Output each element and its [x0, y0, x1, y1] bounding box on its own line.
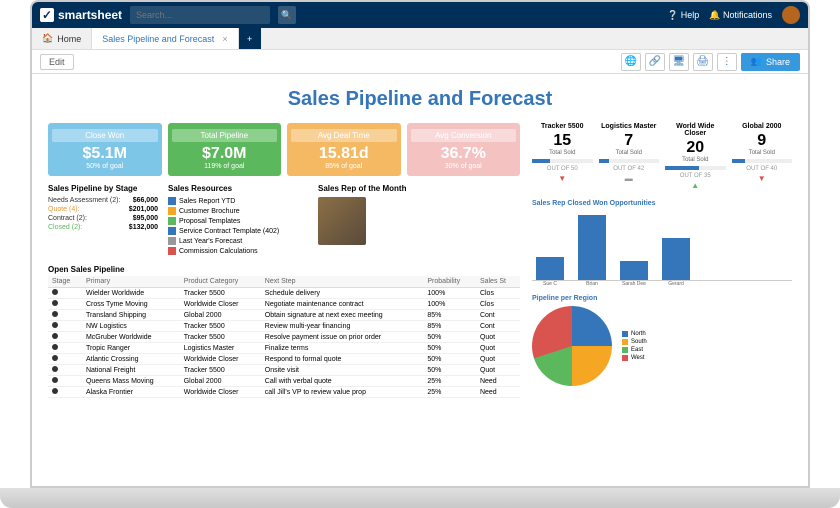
kpi-total-pipeline: Total Pipeline $7.0M 119% of goal [168, 123, 282, 176]
bar-chart-section: Sales Rep Closed Won Opportunities Sue C… [532, 200, 792, 287]
people-icon: 👥 [751, 56, 762, 67]
page-title: Sales Pipeline and Forecast [48, 88, 792, 111]
open-pipeline-section: Open Sales Pipeline Stage Primary Produc… [48, 265, 520, 398]
tracker-card: Global 20009Total SoldOUT OF 40▼ [732, 123, 793, 190]
search-icon: 🔍 [281, 10, 292, 21]
search-button[interactable]: 🔍 [278, 6, 296, 24]
pie-chart [532, 306, 612, 386]
close-icon[interactable]: × [222, 34, 227, 44]
pie-legend: NorthSouthEastWest [622, 329, 647, 363]
share-button[interactable]: 👥 Share [741, 53, 800, 71]
home-icon: 🏠 [42, 33, 53, 44]
top-bar: ✓ smartsheet 🔍 ❔ Help 🔔 Notifications [32, 2, 808, 28]
content-area: Sales Pipeline and Forecast Close Won $5… [32, 74, 808, 486]
kpi-row: Close Won $5.1M 50% of goal Total Pipeli… [48, 123, 520, 176]
pipeline-table: Stage Primary Product Category Next Step… [48, 276, 520, 398]
tracker-card: Logistics Master7Total SoldOUT OF 42▬ [599, 123, 660, 190]
rep-photo [318, 197, 366, 245]
tracker-row: Tracker 550015Total SoldOUT OF 50▼Logist… [532, 123, 792, 190]
table-row[interactable]: McGruber WorldwideTracker 5500Resolve pa… [48, 332, 520, 343]
list-item[interactable]: Customer Brochure [168, 207, 308, 215]
chart-bar [662, 238, 690, 280]
list-item[interactable]: Sales Report YTD [168, 197, 308, 205]
toolbar: Edit 🌐 🔗 🖥 🖨 ⋮ 👥 Share [32, 50, 808, 74]
tracker-card: World Wide Closer20Total SoldOUT OF 35▲ [665, 123, 726, 190]
table-row[interactable]: Cross Tyme MovingWorldwide CloserNegotia… [48, 299, 520, 310]
link-icon[interactable]: 🔗 [645, 53, 665, 71]
tracker-card: Tracker 550015Total SoldOUT OF 50▼ [532, 123, 593, 190]
tab-bar: 🏠 Home Sales Pipeline and Forecast × + [32, 28, 808, 50]
logo: ✓ smartsheet [40, 8, 122, 22]
list-item[interactable]: Service Contract Template (402) [168, 227, 308, 235]
table-row[interactable]: Queens Mass MovingGlobal 2000Call with v… [48, 376, 520, 387]
monitor-icon[interactable]: 🖥 [669, 53, 689, 71]
table-row[interactable]: National FreightTracker 5500Onsite visit… [48, 365, 520, 376]
table-row[interactable]: Wielder WorldwideTracker 5500Schedule de… [48, 288, 520, 299]
chart-bar [620, 261, 648, 280]
table-row[interactable]: Atlantic CrossingWorldwide CloserRespond… [48, 354, 520, 365]
search-input[interactable] [136, 10, 264, 20]
search-box[interactable] [130, 6, 270, 24]
sales-resources: Sales Resources Sales Report YTD Custome… [168, 184, 308, 257]
tab-label: Sales Pipeline and Forecast [102, 34, 214, 44]
table-row[interactable]: Tropic RangerLogistics MasterFinalize te… [48, 343, 520, 354]
brand-name: smartsheet [58, 8, 122, 22]
notifications-link[interactable]: 🔔 Notifications [709, 10, 772, 21]
chart-bar [578, 215, 606, 280]
table-row[interactable]: NW LogisticsTracker 5500Review multi-yea… [48, 321, 520, 332]
kpi-avg-conversion: Avg Conversion 36.7% 30% of goal [407, 123, 521, 176]
kpi-close-won: Close Won $5.1M 50% of goal [48, 123, 162, 176]
globe-icon[interactable]: 🌐 [621, 53, 641, 71]
edit-button[interactable]: Edit [40, 54, 74, 70]
tab-add-button[interactable]: + [239, 28, 261, 49]
avatar[interactable] [782, 6, 800, 24]
table-row[interactable]: Alaska FrontierWorldwide Closercall Jill… [48, 387, 520, 398]
chart-bar [536, 257, 564, 280]
print-icon[interactable]: 🖨 [693, 53, 713, 71]
pie-chart-section: Pipeline per Region NorthSouthEastWest [532, 295, 792, 386]
tab-home[interactable]: 🏠 Home [32, 28, 92, 49]
tab-sales-pipeline[interactable]: Sales Pipeline and Forecast × [92, 28, 238, 49]
kpi-avg-deal-time: Avg Deal Time 15.81d 85% of goal [287, 123, 401, 176]
table-row[interactable]: Transland ShippingGlobal 2000Obtain sign… [48, 310, 520, 321]
logo-icon: ✓ [40, 8, 54, 22]
bar-chart [532, 211, 792, 281]
list-item[interactable]: Commission Calculations [168, 247, 308, 255]
laptop-base [0, 488, 840, 508]
home-label: Home [57, 34, 81, 44]
more-icon[interactable]: ⋮ [717, 53, 737, 71]
list-item[interactable]: Proposal Templates [168, 217, 308, 225]
pipeline-by-stage: Sales Pipeline by Stage Needs Assessment… [48, 184, 158, 257]
help-link[interactable]: ❔ Help [667, 10, 699, 21]
rep-of-month: Sales Rep of the Month [318, 184, 520, 257]
list-item[interactable]: Last Year's Forecast [168, 237, 308, 245]
